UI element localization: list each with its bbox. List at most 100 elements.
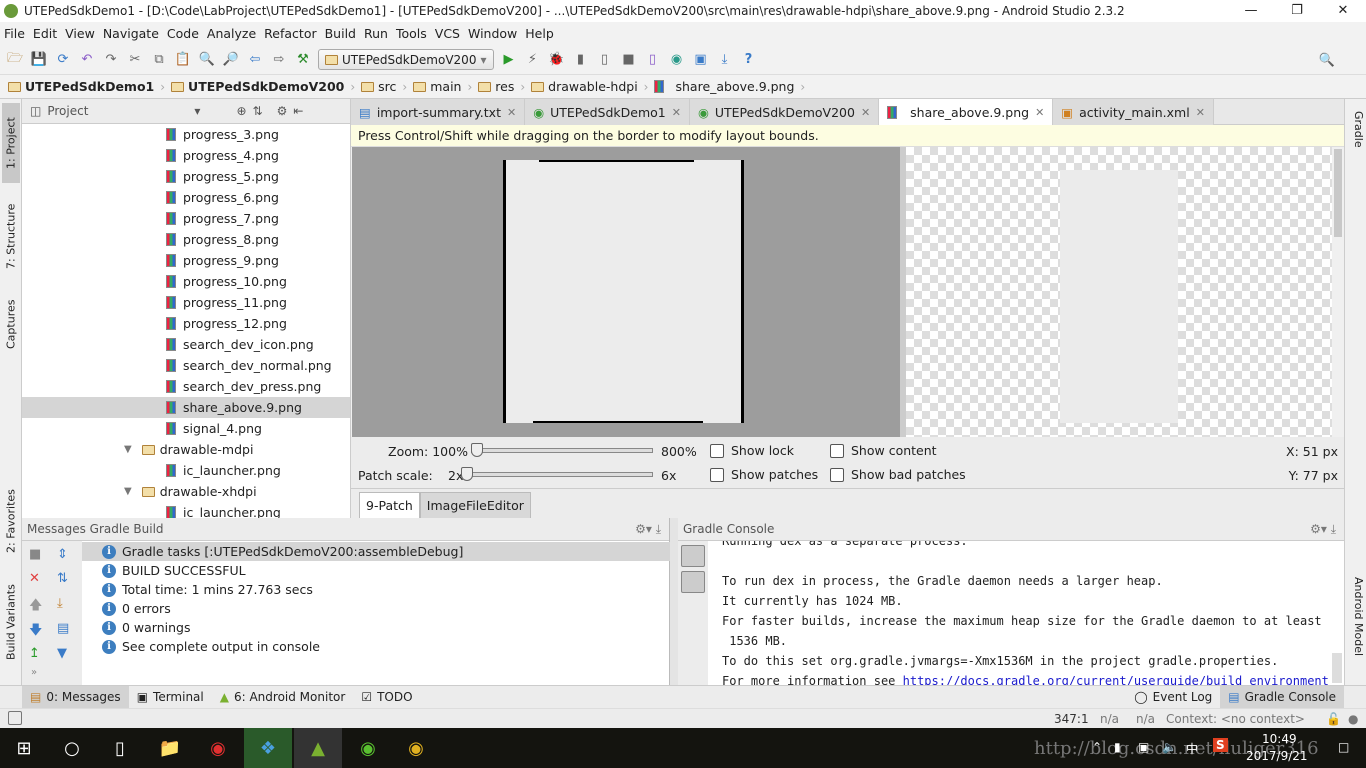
redo-icon[interactable]: ↷ [102,51,120,69]
tab-utepedsdkdemo1[interactable]: ◉ UTEPedSdkDemo1 ✕ [525,99,690,125]
close-icon[interactable]: ✕ [29,571,40,586]
show-bad-patches-checkbox[interactable]: Show bad patches [830,467,966,482]
tab-import-summary[interactable]: ▤ import-summary.txt ✕ [351,99,526,125]
tool-tab-gradle[interactable]: Gradle [1347,111,1365,171]
paste-icon[interactable]: 📋 [174,51,192,69]
tree-file[interactable]: progress_3.png [22,124,350,145]
tree-file[interactable]: search_dev_icon.png [22,334,350,355]
zoom-slider-thumb[interactable] [471,443,483,457]
file-explorer-icon[interactable]: 📁 [146,728,194,768]
checkbox-box[interactable] [710,443,724,458]
breadcrumb-item[interactable]: drawable-hdpi [531,79,638,94]
message-row[interactable]: i 0 errors [82,599,670,618]
line-separator[interactable]: n/a [1100,712,1119,726]
scroll-to-end-icon[interactable] [681,571,705,593]
lock-icon[interactable]: 🔓 [1326,712,1341,726]
tool-window-todo[interactable]: ☑ TODO [353,686,420,709]
clock-time[interactable]: 10:49 [1262,732,1297,746]
expand-arrow-icon[interactable]: ▼ [124,486,132,497]
android-studio-icon[interactable]: ▲ [294,728,342,768]
toggle-view-icon[interactable] [681,545,705,567]
tool-windows-toggle-icon[interactable] [8,711,22,725]
replace-icon[interactable]: 🔎 [222,51,240,69]
chevron-down-icon[interactable]: ▾ [194,104,200,118]
collapse-all-icon[interactable]: ⇅ [253,104,263,118]
tool-window-event-log[interactable]: ◯ Event Log [1126,686,1220,709]
tab-image-file-editor[interactable]: ImageFileEditor [419,492,531,518]
tree-file[interactable]: ic_launcher.png [22,460,350,481]
debug-icon[interactable]: 🐞 [548,51,566,69]
show-lock-checkbox[interactable]: Show lock [710,443,794,458]
tool-tab-favorites[interactable]: 2: Favorites [2,481,20,561]
open-icon[interactable]: 🗁 [6,51,24,69]
more-icon[interactable]: » [31,667,37,678]
message-row[interactable]: i See complete output in console [82,637,670,656]
collapse-all-icon[interactable]: ⇅ [57,571,68,586]
tool-window-messages[interactable]: ▤ 0: Messages [22,685,129,709]
tree-file[interactable]: progress_5.png [22,166,350,187]
rerun-icon[interactable]: ↥ [29,646,40,661]
padding-marker-bottom[interactable] [533,421,703,423]
tree-folder[interactable]: ▼ drawable-xhdpi [22,481,350,502]
tree-file[interactable]: search_dev_press.png [22,376,350,397]
search-icon[interactable]: 🔍 [1318,51,1336,69]
tab-activity-main[interactable]: ▣ activity_main.xml ✕ [1053,99,1214,125]
breadcrumb-item[interactable]: UTEPedSdkDemoV200 [171,79,344,94]
expand-arrow-icon[interactable]: ▼ [124,444,132,455]
filter-icon[interactable]: ▼ [57,646,67,661]
tool-tab-captures[interactable]: Captures [2,289,20,359]
tool-window-gradle-console[interactable]: ▤ Gradle Console [1220,685,1344,709]
minimize-button[interactable]: — [1228,0,1274,22]
tab-9-patch[interactable]: 9-Patch [359,492,420,518]
volume-icon[interactable]: 🔈 [1162,740,1177,754]
close-icon[interactable]: ✕ [1196,106,1205,119]
menu-help[interactable]: Help [525,26,554,41]
stop-icon[interactable]: ■ [29,547,41,562]
make-icon[interactable]: ⚒ [294,51,312,69]
battery-icon[interactable]: ▮ [1114,740,1121,754]
windows-start-icon[interactable]: ⊞ [0,728,48,768]
action-center-icon[interactable]: □ [1338,740,1349,754]
gear-icon[interactable]: ⚙ [277,104,288,118]
tree-file[interactable]: progress_9.png [22,250,350,271]
help-icon[interactable]: ? [740,51,758,69]
breadcrumb-item[interactable]: UTEPedSdkDemo1 [8,79,154,94]
tree-file[interactable]: progress_8.png [22,229,350,250]
breadcrumb-item[interactable]: share_above.9.png [654,79,794,94]
clock-date[interactable]: 2017/9/21 [1246,749,1308,763]
menu-tools[interactable]: Tools [396,26,427,41]
context-indicator[interactable]: Context: <no context> [1166,712,1305,726]
breadcrumb-item[interactable]: src [361,79,396,94]
ninepatch-canvas[interactable] [352,147,900,437]
sync-icon[interactable]: ⟳ [54,51,72,69]
sdk-manager-icon[interactable]: ⤓ [716,51,734,69]
tree-file[interactable]: progress_11.png [22,292,350,313]
hide-panel-icon[interactable]: ⇤ [293,104,303,118]
menu-refactor[interactable]: Refactor [264,26,316,41]
ninepatch-image[interactable] [503,160,744,423]
tool-tab-android-model[interactable]: Android Model [1347,577,1365,677]
tree-file[interactable]: signal_4.png [22,418,350,439]
preview-scrollbar[interactable] [1332,147,1344,437]
show-content-checkbox[interactable]: Show content [830,443,937,458]
scroll-from-source-icon[interactable]: ⊕ [236,104,246,118]
expand-all-icon[interactable]: ⇕ [57,547,68,562]
cursor-position[interactable]: 347:1 [1054,712,1089,726]
apply-changes-icon[interactable]: ⚡ [524,51,542,69]
tool-tab-project[interactable]: 1: Project [2,103,20,183]
run-icon[interactable]: ▶ [500,51,518,69]
ie-browser-icon[interactable]: ◉ [344,728,392,768]
tab-utepedsdkdemov200[interactable]: ◉ UTEPedSdkDemoV200 ✕ [689,99,880,125]
encoding[interactable]: n/a [1136,712,1155,726]
inspector-icon[interactable]: ● [1348,712,1358,726]
menu-run[interactable]: Run [364,26,388,41]
project-view-selector[interactable]: Project [47,104,88,118]
undo-icon[interactable]: ↶ [78,51,96,69]
export-icon[interactable]: ⤓ [57,596,63,611]
tree-file[interactable]: progress_12.png [22,313,350,334]
copy-icon[interactable]: ⧉ [150,51,168,69]
patch-scale-slider-thumb[interactable] [461,467,473,481]
message-row[interactable]: i Gradle tasks [:UTEPedSdkDemoV200:assemb… [82,542,670,561]
message-row[interactable]: i BUILD SUCCESSFUL [82,561,670,580]
network-icon[interactable]: ▣ [1138,740,1149,754]
